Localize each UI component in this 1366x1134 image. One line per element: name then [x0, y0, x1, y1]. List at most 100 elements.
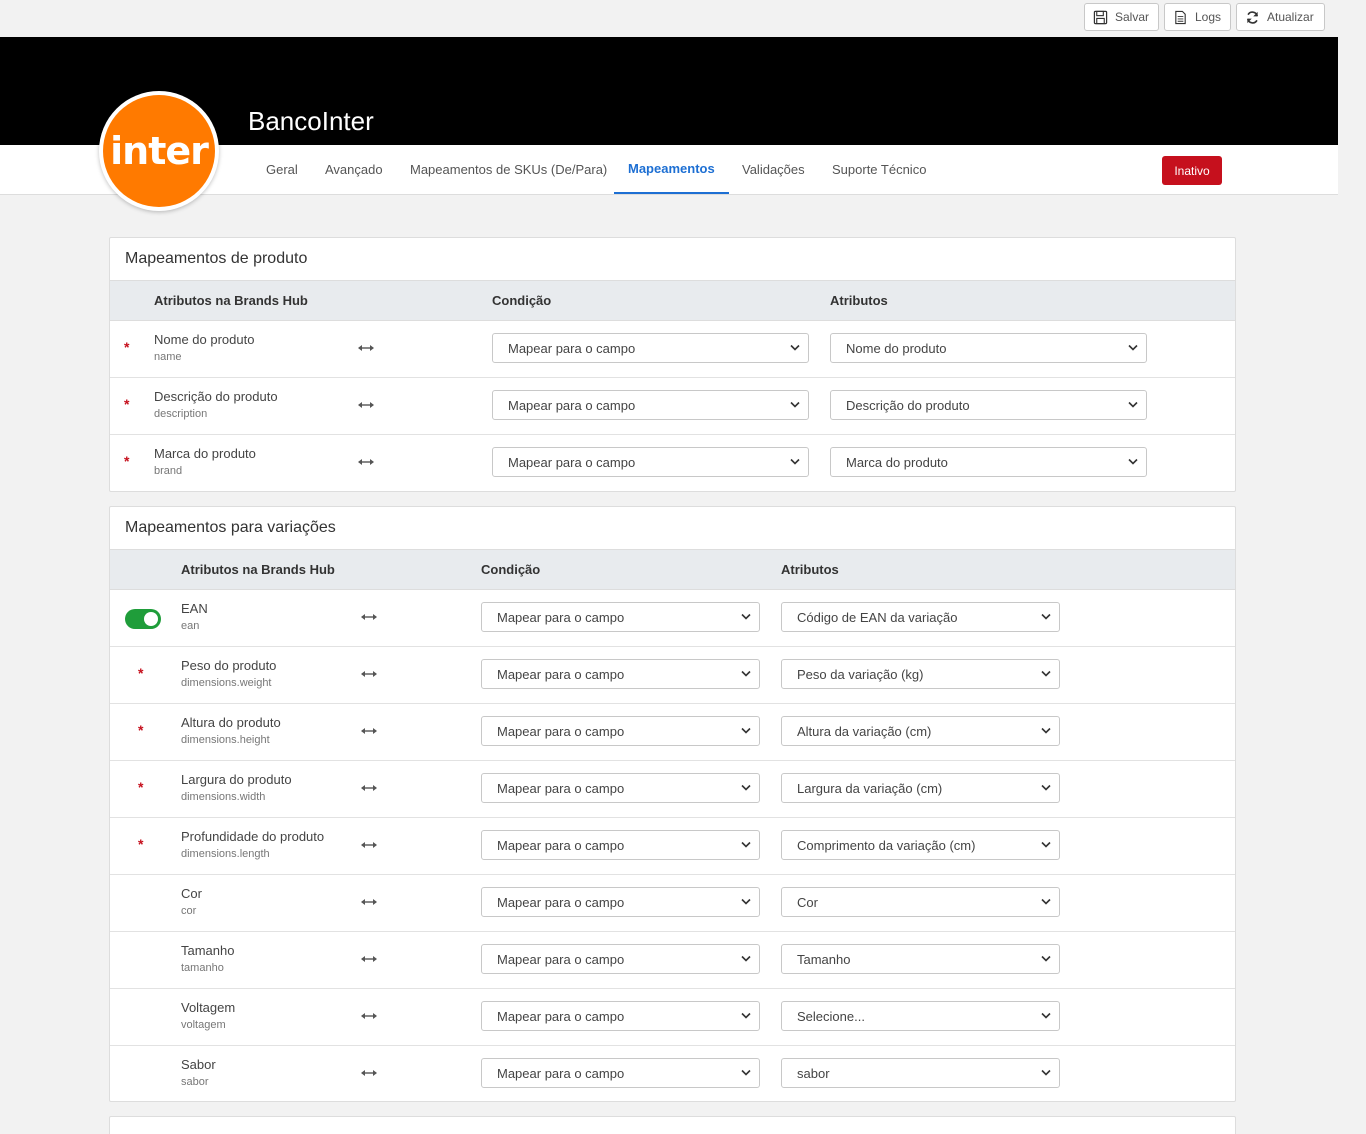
- attribute-select[interactable]: Marca do produto: [830, 447, 1147, 477]
- bidirectional-arrow-icon: [361, 899, 377, 905]
- field-key: cor: [181, 905, 197, 917]
- chevron-down-icon: [741, 1012, 751, 1019]
- field-name: Nome do produto: [154, 332, 255, 347]
- condition-select[interactable]: Mapear para o campo: [481, 659, 760, 689]
- tab-mapeamentos[interactable]: Mapeamentos: [614, 145, 729, 194]
- tab-geral[interactable]: Geral: [252, 145, 312, 194]
- table-row: Cor cor Mapear para o campo Cor: [110, 875, 1235, 932]
- table-row: Voltagem voltagem Mapear para o campo Selec…: [110, 989, 1235, 1046]
- chevron-down-icon: [741, 898, 751, 905]
- condition-select[interactable]: Mapear para o campo: [492, 333, 809, 363]
- condition-value: Mapear para o campo: [497, 951, 625, 967]
- condition-value: Mapear para o campo: [497, 1008, 625, 1024]
- attribute-select[interactable]: Nome do produto: [830, 333, 1147, 363]
- panel-title: Mapeamentos de produto: [110, 238, 1235, 281]
- tab-mapeamentos-skus[interactable]: Mapeamentos de SKUs (De/Para): [396, 145, 621, 194]
- chevron-down-icon: [1041, 784, 1051, 791]
- attribute-select[interactable]: Peso da variação (kg): [781, 659, 1060, 689]
- condition-select[interactable]: Mapear para o campo: [481, 830, 760, 860]
- column-header-condition: Condição: [481, 562, 541, 577]
- field-name: Altura do produto: [181, 715, 281, 730]
- table-row: EAN ean Mapear para o campo Código de EAN d…: [110, 590, 1235, 647]
- column-header-attr: Atributos na Brands Hub: [154, 293, 308, 308]
- field-key: dimensions.height: [181, 734, 270, 746]
- condition-select[interactable]: Mapear para o campo: [481, 887, 760, 917]
- ean-toggle[interactable]: [125, 609, 161, 629]
- chevron-down-icon: [741, 955, 751, 962]
- required-marker: *: [124, 453, 130, 469]
- chevron-down-icon: [1128, 401, 1138, 408]
- condition-select[interactable]: Mapear para o campo: [481, 1058, 760, 1088]
- logs-label: Logs: [1195, 10, 1222, 24]
- bidirectional-arrow-icon: [358, 459, 374, 465]
- attribute-value: Descrição do produto: [846, 397, 970, 413]
- attribute-select[interactable]: Altura da variação (cm): [781, 716, 1060, 746]
- attribute-select[interactable]: Comprimento da variação (cm): [781, 830, 1060, 860]
- condition-select[interactable]: Mapear para o campo: [481, 602, 760, 632]
- condition-value: Mapear para o campo: [497, 894, 625, 910]
- table-row: * Nome do produto name Mapear para o campo N…: [110, 321, 1235, 378]
- column-header-attr: Atributos na Brands Hub: [181, 562, 335, 577]
- field-name: Voltagem: [181, 1000, 236, 1015]
- field-name: Profundidade do produto: [181, 829, 325, 844]
- bidirectional-arrow-icon: [361, 671, 377, 677]
- chevron-down-icon: [741, 1069, 751, 1076]
- chevron-down-icon: [1041, 841, 1051, 848]
- field-name: Marca do produto: [154, 446, 256, 461]
- refresh-icon: [1246, 10, 1259, 24]
- required-marker: *: [138, 722, 144, 738]
- field-name: Largura do produto: [181, 772, 292, 787]
- bidirectional-arrow-icon: [361, 1013, 377, 1019]
- condition-value: Mapear para o campo: [497, 1065, 625, 1081]
- refresh-button[interactable]: Atualizar: [1236, 3, 1325, 31]
- chevron-down-icon: [1128, 344, 1138, 351]
- refresh-label: Atualizar: [1267, 10, 1314, 24]
- attribute-value: Comprimento da variação (cm): [797, 837, 976, 853]
- tab-validacoes[interactable]: Validações: [728, 145, 819, 194]
- attribute-value: Cor: [797, 894, 818, 910]
- table-header: Atributos na Brands Hub Condição Atribut…: [110, 281, 1235, 321]
- tab-avancado[interactable]: Avançado: [311, 145, 397, 194]
- document-icon: [1175, 10, 1186, 24]
- required-marker: *: [138, 836, 144, 852]
- status-button[interactable]: Inativo: [1162, 156, 1222, 185]
- chevron-down-icon: [1128, 458, 1138, 465]
- field-name: Cor: [181, 886, 202, 901]
- attribute-select[interactable]: Código de EAN da variação: [781, 602, 1060, 632]
- condition-value: Mapear para o campo: [497, 837, 625, 853]
- attribute-select[interactable]: Descrição do produto: [830, 390, 1147, 420]
- attribute-value: Altura da variação (cm): [797, 723, 932, 739]
- condition-select[interactable]: Mapear para o campo: [481, 944, 760, 974]
- condition-select[interactable]: Mapear para o campo: [481, 716, 760, 746]
- table-row: * Altura do produto dimensions.height Mapea…: [110, 704, 1235, 761]
- attribute-value: Nome do produto: [846, 340, 947, 356]
- product-mappings-panel: Mapeamentos de produto Atributos na Bran…: [109, 237, 1236, 492]
- attribute-select[interactable]: Largura da variação (cm): [781, 773, 1060, 803]
- attribute-value: Código de EAN da variação: [797, 609, 958, 625]
- condition-select[interactable]: Mapear para o campo: [492, 447, 809, 477]
- field-key: ean: [181, 620, 200, 632]
- top-toolbar: Salvar Logs Atualizar: [0, 0, 1366, 37]
- chevron-down-icon: [790, 401, 800, 408]
- field-key: sabor: [181, 1076, 209, 1088]
- column-header-attributes: Atributos: [781, 562, 839, 577]
- bidirectional-arrow-icon: [361, 956, 377, 962]
- save-button[interactable]: Salvar: [1084, 3, 1159, 31]
- save-label: Salvar: [1115, 10, 1150, 24]
- field-name: Sabor: [181, 1057, 216, 1072]
- attribute-select[interactable]: Cor: [781, 887, 1060, 917]
- chevron-down-icon: [1041, 898, 1051, 905]
- attribute-select[interactable]: sabor: [781, 1058, 1060, 1088]
- tab-suporte-tecnico[interactable]: Suporte Técnico: [818, 145, 940, 194]
- condition-select[interactable]: Mapear para o campo: [481, 773, 760, 803]
- condition-select[interactable]: Mapear para o campo: [481, 1001, 760, 1031]
- attribute-value: Marca do produto: [846, 454, 948, 470]
- condition-select[interactable]: Mapear para o campo: [492, 390, 809, 420]
- attribute-select[interactable]: Selecione...: [781, 1001, 1060, 1031]
- field-key: dimensions.width: [181, 791, 266, 803]
- attribute-value: Tamanho: [797, 951, 851, 967]
- logs-button[interactable]: Logs: [1164, 3, 1231, 31]
- attribute-select[interactable]: Tamanho: [781, 944, 1060, 974]
- table-row: Tamanho tamanho Mapear para o campo Tamanho: [110, 932, 1235, 989]
- field-name: Peso do produto: [181, 658, 277, 673]
